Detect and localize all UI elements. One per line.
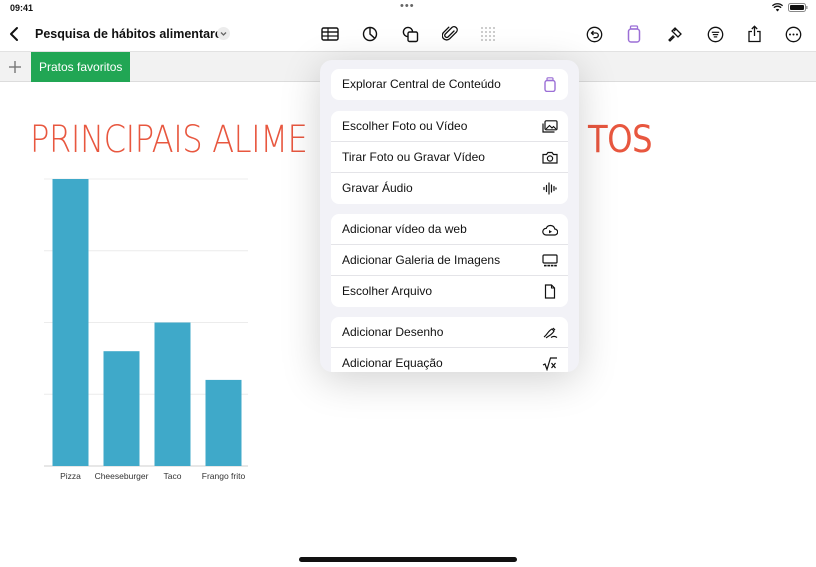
insert-grid-button[interactable] <box>477 23 499 45</box>
menu-item-waveform[interactable]: Gravar Áudio <box>331 173 568 204</box>
menu-item-label: Explorar Central de Conteúdo <box>342 77 501 91</box>
menu-group: Explorar Central de Conteúdo <box>331 69 568 100</box>
menu-lines-icon <box>707 26 723 42</box>
format-button[interactable] <box>663 23 685 45</box>
plus-icon <box>9 61 21 73</box>
home-indicator[interactable] <box>299 557 517 562</box>
bar-frango-frito[interactable] <box>205 379 242 466</box>
equation-icon <box>542 356 558 371</box>
cloud-play-icon <box>542 222 558 237</box>
menu-item-cloud-play[interactable]: Adicionar vídeo da web <box>331 214 568 245</box>
menu-item-image-gallery[interactable]: Adicionar Galeria de Imagens <box>331 245 568 276</box>
photo-library-icon <box>542 119 558 134</box>
x-tick-label: Taco <box>164 471 182 481</box>
battery-icon <box>788 3 808 12</box>
content-hub-icon <box>542 77 558 92</box>
content-library-icon <box>627 25 641 43</box>
chevron-left-icon <box>10 27 18 41</box>
grid-icon <box>481 27 495 41</box>
status-indicators <box>772 3 808 12</box>
organize-button[interactable] <box>704 23 726 45</box>
insert-media-button[interactable] <box>439 23 461 45</box>
menu-group: Adicionar vídeo da web Adicionar Galeria … <box>331 214 568 307</box>
menu-item-label: Adicionar Desenho <box>342 325 444 339</box>
bar-cheeseburger[interactable] <box>103 351 140 466</box>
share-button[interactable] <box>743 23 765 45</box>
title-menu-button[interactable] <box>217 27 230 40</box>
menu-item-equation[interactable]: Adicionar Equação <box>331 348 568 372</box>
x-tick-label: Pizza <box>60 471 81 481</box>
x-tick-label: Cheeseburger <box>95 471 149 481</box>
menu-item-content-hub[interactable]: Explorar Central de Conteúdo <box>331 69 568 100</box>
tab-pratos-favoritos[interactable]: Pratos favoritos <box>31 52 131 82</box>
menu-item-label: Adicionar Equação <box>342 356 443 370</box>
status-bar: 09:41 ••• <box>0 0 816 16</box>
paperclip-icon <box>442 26 458 41</box>
insert-chart-button[interactable] <box>359 23 381 45</box>
menu-item-document[interactable]: Escolher Arquivo <box>331 276 568 307</box>
wifi-icon <box>772 3 783 12</box>
chart-icon <box>362 26 378 42</box>
share-icon <box>747 25 761 43</box>
canvas-title-continued[interactable]: TOS <box>588 118 653 161</box>
drawing-icon <box>542 325 558 340</box>
undo-button[interactable] <box>583 23 605 45</box>
camera-icon <box>542 150 558 165</box>
status-time: 09:41 <box>10 3 34 13</box>
menu-item-drawing[interactable]: Adicionar Desenho <box>331 317 568 348</box>
menu-item-label: Adicionar vídeo da web <box>342 222 467 236</box>
x-tick-label: Frango frito <box>202 471 246 481</box>
document-icon <box>542 284 558 299</box>
menu-item-camera[interactable]: Tirar Foto ou Gravar Vídeo <box>331 142 568 173</box>
menu-item-label: Adicionar Galeria de Imagens <box>342 253 501 267</box>
bar-chart[interactable]: Pizza Cheeseburger Taco Frango frito <box>30 170 260 490</box>
image-gallery-icon <box>542 253 558 268</box>
undo-icon <box>586 26 602 42</box>
chevron-down-icon <box>220 32 227 36</box>
menu-item-label: Tirar Foto ou Gravar Vídeo <box>342 150 485 164</box>
menu-group: Escolher Foto ou Vídeo Tirar Foto ou Grav… <box>331 111 568 204</box>
back-button[interactable] <box>6 24 24 44</box>
menu-item-label: Gravar Áudio <box>342 181 413 195</box>
insert-shape-button[interactable] <box>399 23 421 45</box>
insert-table-button[interactable] <box>319 23 341 45</box>
shape-icon <box>402 26 418 42</box>
bar-taco[interactable] <box>154 322 191 467</box>
bar-pizza[interactable] <box>52 179 89 466</box>
menu-item-label: Escolher Arquivo <box>342 284 433 298</box>
more-icon <box>785 26 801 42</box>
multitasking-dots[interactable]: ••• <box>400 0 415 12</box>
table-icon <box>321 27 339 41</box>
format-brush-icon <box>667 26 682 42</box>
document-title[interactable]: Pesquisa de hábitos alimentares <box>35 27 229 41</box>
menu-item-label: Escolher Foto ou Vídeo <box>342 119 468 133</box>
menu-item-photo-library[interactable]: Escolher Foto ou Vídeo <box>331 111 568 142</box>
waveform-icon <box>542 181 558 196</box>
canvas-title[interactable]: PRINCIPAIS ALIME <box>30 118 308 161</box>
more-button[interactable] <box>782 23 804 45</box>
add-sheet-button[interactable] <box>6 58 24 76</box>
content-library-button[interactable] <box>623 23 645 45</box>
menu-group: Adicionar Desenho Adicionar Equação <box>331 317 568 372</box>
insert-media-popover: Explorar Central de Conteúdo Escolher Fot… <box>320 60 579 372</box>
toolbar: Pesquisa de hábitos alimentares <box>0 18 816 52</box>
